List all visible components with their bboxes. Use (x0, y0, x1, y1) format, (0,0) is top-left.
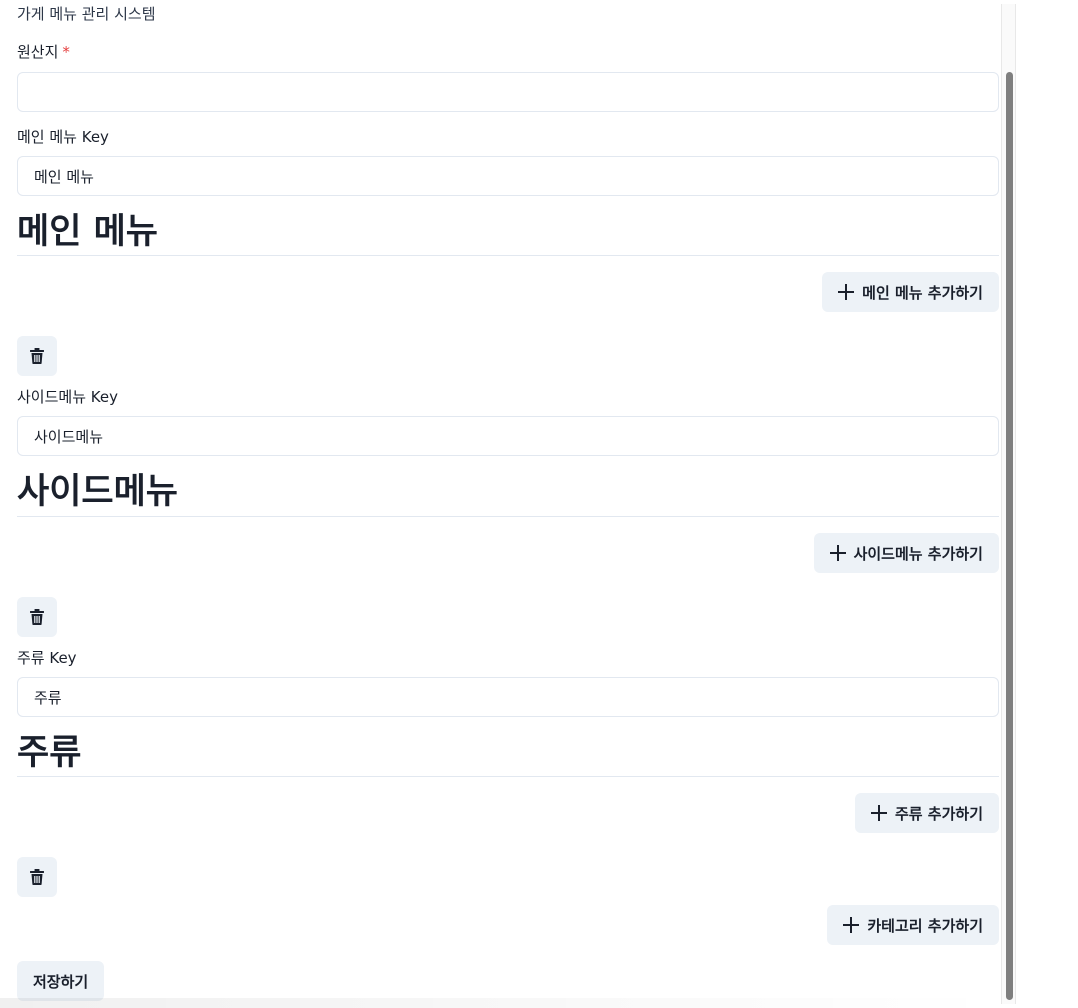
scrollbar-thumb[interactable] (1006, 72, 1013, 1000)
drinks-key-input[interactable] (17, 677, 999, 717)
origin-label-text: 원산지 (17, 43, 59, 61)
add-drinks-button[interactable]: 주류 추가하기 (854, 793, 999, 833)
plus-icon (870, 805, 887, 821)
side-menu-key-label: 사이드메뉴 Key (17, 388, 118, 406)
delete-main-menu-button[interactable] (17, 336, 57, 376)
side-menu-divider (17, 516, 999, 517)
add-main-menu-button[interactable]: 메인 메뉴 추가하기 (822, 272, 999, 312)
add-side-menu-label: 사이드메뉴 추가하기 (853, 544, 983, 563)
drinks-heading: 주류 (17, 733, 82, 773)
trash-icon (30, 869, 44, 885)
trash-icon (30, 348, 44, 364)
save-button[interactable]: 저장하기 (17, 961, 105, 1001)
add-category-button[interactable]: 카테고리 추가하기 (827, 905, 999, 945)
main-menu-key-input[interactable] (17, 156, 999, 196)
drinks-divider (17, 776, 999, 777)
side-menu-key-input[interactable] (17, 416, 999, 456)
origin-input[interactable] (17, 72, 999, 112)
delete-drinks-button[interactable] (17, 857, 57, 897)
add-drinks-label: 주류 추가하기 (894, 804, 983, 823)
plus-icon (829, 545, 846, 561)
drinks-key-label: 주류 Key (17, 649, 77, 667)
delete-side-menu-button[interactable] (17, 597, 57, 637)
main-menu-divider (17, 255, 999, 256)
add-category-label: 카테고리 추가하기 (867, 916, 983, 935)
page: 가게 메뉴 관리 시스템 원산지 * 메인 메뉴 Key 메인 메뉴 메인 메뉴 … (0, 0, 1078, 1008)
main-menu-heading: 메인 메뉴 (17, 212, 158, 252)
bottom-shadow (0, 998, 1000, 1008)
trash-icon (30, 609, 44, 625)
required-mark: * (62, 43, 70, 61)
plus-icon (843, 917, 860, 933)
add-main-menu-label: 메인 메뉴 추가하기 (862, 283, 983, 302)
side-menu-heading: 사이드메뉴 (17, 472, 179, 512)
scrollbar[interactable] (1001, 4, 1016, 1004)
main-menu-key-label: 메인 메뉴 Key (17, 128, 109, 146)
add-side-menu-button[interactable]: 사이드메뉴 추가하기 (813, 533, 999, 573)
origin-label: 원산지 * (17, 41, 70, 62)
plus-icon (838, 284, 855, 300)
app-title: 가게 메뉴 관리 시스템 (17, 5, 156, 23)
